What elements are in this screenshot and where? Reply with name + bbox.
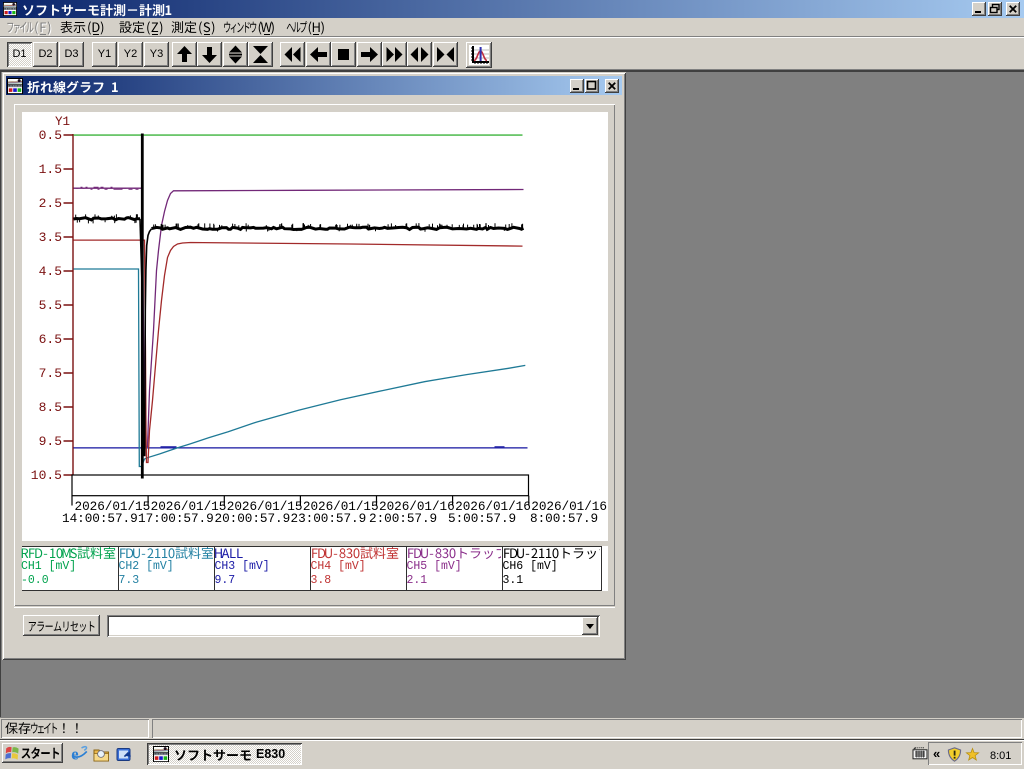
svg-text:e: e: [71, 745, 78, 764]
